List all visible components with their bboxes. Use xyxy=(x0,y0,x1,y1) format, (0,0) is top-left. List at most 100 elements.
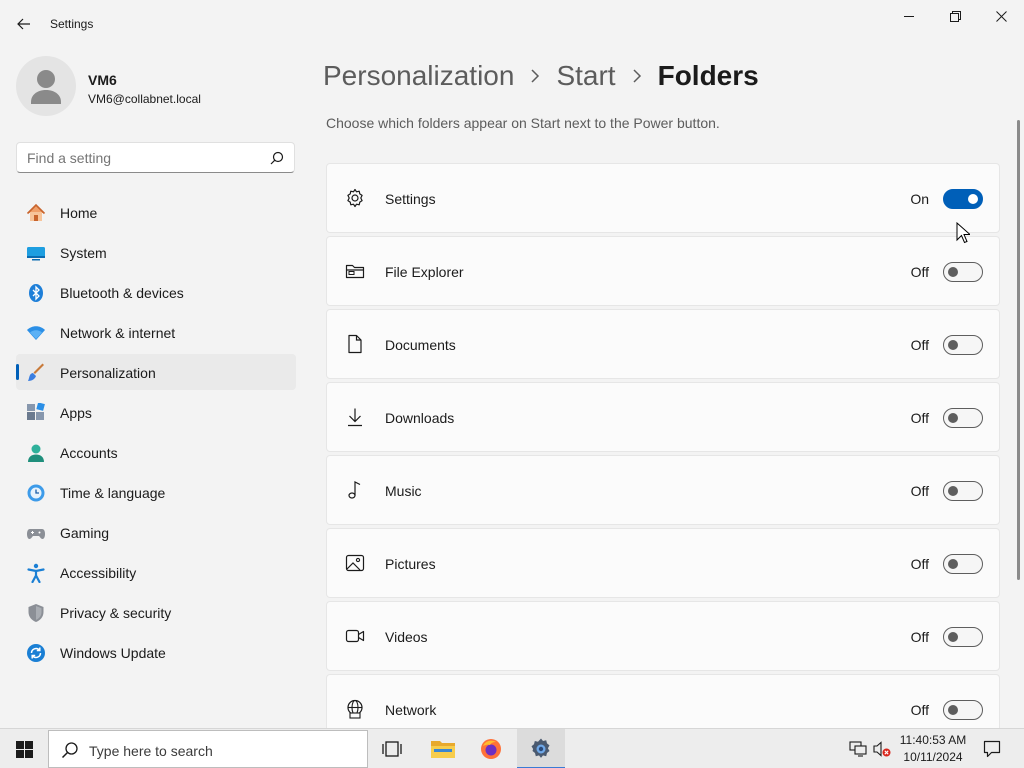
folder-label: Music xyxy=(385,483,422,499)
folder-label: Settings xyxy=(385,191,436,207)
folder-label: File Explorer xyxy=(385,264,464,280)
settings-taskbar-button[interactable] xyxy=(517,729,565,768)
sidebar-item-label: System xyxy=(60,245,107,261)
sidebar-item-windows-update[interactable]: Windows Update xyxy=(16,634,296,670)
folder-label: Videos xyxy=(385,629,428,645)
folder-card-pictures: Pictures Off xyxy=(326,528,1000,598)
accounts-icon xyxy=(26,443,46,463)
sidebar-item-label: Personalization xyxy=(60,365,156,381)
apps-icon xyxy=(26,403,46,423)
sidebar-item-time-language[interactable]: Time & language xyxy=(16,474,296,510)
sidebar-item-label: Gaming xyxy=(60,525,110,541)
settings-toggle[interactable] xyxy=(943,189,983,209)
app-title: Settings xyxy=(50,17,94,31)
document-icon xyxy=(345,334,365,354)
close-button[interactable] xyxy=(978,0,1024,32)
toggle-knob xyxy=(948,486,958,496)
home-icon xyxy=(26,203,46,223)
downloads-toggle[interactable] xyxy=(943,408,983,428)
maximize-button[interactable] xyxy=(932,0,978,32)
page-description: Choose which folders appear on Start nex… xyxy=(326,115,720,131)
clock-time: 11:40:53 AM xyxy=(899,733,967,747)
taskbar-search[interactable]: Type here to search xyxy=(48,730,368,768)
taskbar-clock[interactable]: 11:40:53 AM 10/11/2024 xyxy=(896,732,970,766)
folder-card-documents: Documents Off xyxy=(326,309,1000,379)
sidebar-item-privacy-security[interactable]: Privacy & security xyxy=(16,594,296,630)
settings-gear-icon xyxy=(531,738,550,758)
folder-card-music: Music Off xyxy=(326,455,1000,525)
sidebar-item-gaming[interactable]: Gaming xyxy=(16,514,296,550)
toggle-knob xyxy=(948,632,958,642)
user-profile[interactable]: VM6 VM6@collabnet.local xyxy=(16,56,296,116)
sidebar-item-system[interactable]: System xyxy=(16,234,296,270)
breadcrumb-start[interactable]: Start xyxy=(556,60,615,92)
network-toggle[interactable] xyxy=(943,700,983,720)
network-tray-icon[interactable] xyxy=(848,739,868,759)
folder-card-videos: Videos Off xyxy=(326,601,1000,671)
toggle-state-text: Off xyxy=(910,483,929,499)
search-input[interactable] xyxy=(27,150,257,166)
sidebar-nav: Home System Bluetooth & devices Network … xyxy=(16,194,296,674)
toggle-knob xyxy=(948,705,958,715)
file-explorer-icon xyxy=(431,741,455,758)
folder-list: Settings On File Explorer Off Documents … xyxy=(326,163,1000,728)
sidebar-item-bluetooth[interactable]: Bluetooth & devices xyxy=(16,274,296,310)
close-icon xyxy=(995,10,1007,22)
toggle-knob xyxy=(948,559,958,569)
sidebar-item-label: Home xyxy=(60,205,98,221)
gamepad-icon xyxy=(26,523,46,543)
system-icon xyxy=(26,243,46,263)
sidebar-item-label: Windows Update xyxy=(60,645,166,661)
toggle-knob xyxy=(948,340,958,350)
notification-center-button[interactable] xyxy=(980,737,1004,761)
sidebar-item-accessibility[interactable]: Accessibility xyxy=(16,554,296,590)
selection-indicator xyxy=(16,364,19,380)
clock-globe-icon xyxy=(26,483,46,503)
sidebar-item-network[interactable]: Network & internet xyxy=(16,314,296,350)
breadcrumb: Personalization Start Folders xyxy=(323,58,759,94)
settings-search[interactable] xyxy=(16,142,295,173)
back-button[interactable] xyxy=(10,12,38,36)
sidebar-item-accounts[interactable]: Accounts xyxy=(16,434,296,470)
gear-icon xyxy=(345,188,365,208)
picture-icon xyxy=(345,553,365,573)
sidebar-item-label: Bluetooth & devices xyxy=(60,285,184,301)
sidebar-item-label: Accounts xyxy=(60,445,118,461)
sidebar-item-personalization[interactable]: Personalization xyxy=(16,354,296,390)
sidebar-item-label: Network & internet xyxy=(60,325,176,341)
title-bar: Settings xyxy=(0,0,1024,48)
volume-muted-icon[interactable] xyxy=(872,739,892,759)
sidebar-item-home[interactable]: Home xyxy=(16,194,296,230)
toggle-state-text: Off xyxy=(910,337,929,353)
clock-date: 10/11/2024 xyxy=(903,750,963,764)
toggle-knob xyxy=(948,413,958,423)
avatar xyxy=(16,56,76,116)
minimize-button[interactable] xyxy=(886,0,932,32)
file-explorer-taskbar-button[interactable] xyxy=(419,729,467,768)
toggle-state-text: On xyxy=(910,191,929,207)
toggle-state-text: Off xyxy=(910,264,929,280)
sidebar-item-label: Time & language xyxy=(60,485,166,501)
content-scrollbar[interactable] xyxy=(1017,120,1020,580)
task-view-button[interactable] xyxy=(368,729,416,768)
network-globe-icon xyxy=(345,699,365,719)
sidebar-item-apps[interactable]: Apps xyxy=(16,394,296,430)
person-icon xyxy=(31,70,61,104)
pictures-toggle[interactable] xyxy=(943,554,983,574)
sidebar-item-label: Accessibility xyxy=(60,565,137,581)
file-explorer-toggle[interactable] xyxy=(943,262,983,282)
task-view-icon xyxy=(382,741,402,757)
folder-label: Documents xyxy=(385,337,456,353)
search-icon xyxy=(61,742,78,759)
firefox-taskbar-button[interactable] xyxy=(467,729,515,768)
folder-card-file-explorer: File Explorer Off xyxy=(326,236,1000,306)
videos-toggle[interactable] xyxy=(943,627,983,647)
start-button[interactable] xyxy=(0,729,48,768)
toggle-knob xyxy=(948,267,958,277)
folder-label: Downloads xyxy=(385,410,455,426)
chevron-right-icon xyxy=(530,69,540,83)
update-icon xyxy=(26,643,46,663)
documents-toggle[interactable] xyxy=(943,335,983,355)
breadcrumb-personalization[interactable]: Personalization xyxy=(323,60,514,92)
music-toggle[interactable] xyxy=(943,481,983,501)
